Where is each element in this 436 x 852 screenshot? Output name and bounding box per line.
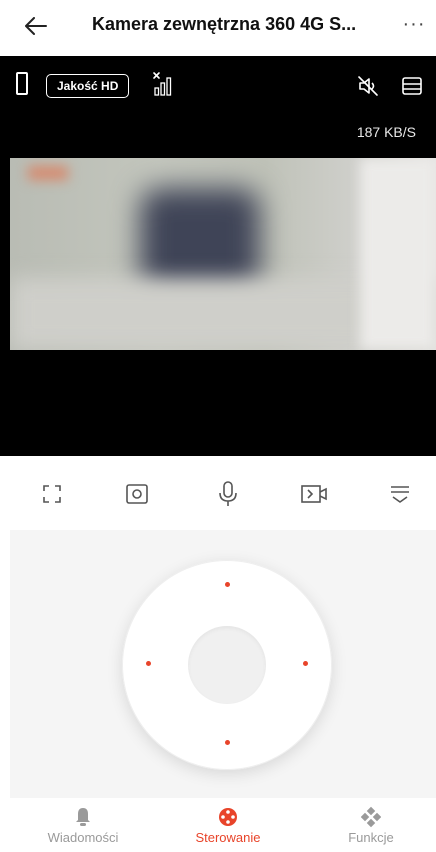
top-bar: Kamera zewnętrzna 360 4G S... ··· bbox=[0, 0, 436, 56]
talk-button[interactable] bbox=[210, 476, 246, 512]
direction-pad[interactable] bbox=[122, 560, 332, 770]
record-button[interactable] bbox=[296, 476, 332, 512]
arrow-left-icon bbox=[25, 17, 47, 35]
nav-label-messages: Wiadomości bbox=[47, 830, 119, 845]
back-button[interactable] bbox=[22, 12, 50, 40]
bitrate-label: 187 KB/S bbox=[356, 124, 416, 140]
camera-feed bbox=[10, 158, 436, 350]
direction-down-button[interactable] bbox=[225, 740, 230, 745]
collapse-button[interactable] bbox=[382, 476, 418, 512]
features-icon bbox=[361, 806, 381, 828]
camera-toolbar bbox=[0, 466, 436, 522]
battery-icon bbox=[16, 72, 28, 95]
layout-icon[interactable] bbox=[400, 74, 424, 98]
direction-right-button[interactable] bbox=[303, 661, 308, 666]
collapse-icon bbox=[391, 486, 409, 503]
nav-messages[interactable]: Wiadomości bbox=[28, 804, 138, 850]
no-signal-icon bbox=[153, 72, 172, 96]
nav-label-features: Funkcje bbox=[348, 830, 394, 845]
microphone-icon bbox=[219, 481, 237, 506]
nav-features[interactable]: Funkcje bbox=[316, 804, 426, 850]
more-options-button[interactable]: ··· bbox=[400, 10, 428, 38]
bottom-navigation: Wiadomości Sterowanie Funkcje bbox=[0, 798, 436, 852]
direction-left-button[interactable] bbox=[146, 661, 151, 666]
fullscreen-button[interactable] bbox=[34, 476, 70, 512]
ptz-control-area bbox=[10, 530, 436, 798]
snapshot-button[interactable] bbox=[119, 476, 155, 512]
direction-up-button[interactable] bbox=[225, 582, 230, 587]
page-title: Kamera zewnętrzna 360 4G S... bbox=[92, 14, 357, 34]
video-player[interactable]: Jakość HD 187 KB/S bbox=[0, 56, 436, 456]
snapshot-icon bbox=[126, 484, 148, 504]
record-icon bbox=[301, 485, 327, 503]
bell-icon bbox=[76, 808, 90, 826]
fullscreen-icon bbox=[43, 485, 61, 503]
nav-control[interactable]: Sterowanie bbox=[173, 804, 283, 850]
control-icon bbox=[219, 808, 237, 826]
nav-label-control: Sterowanie bbox=[195, 830, 261, 845]
direction-center[interactable] bbox=[188, 626, 266, 704]
quality-toggle[interactable]: Jakość HD bbox=[46, 74, 130, 98]
mute-icon[interactable] bbox=[356, 74, 380, 98]
